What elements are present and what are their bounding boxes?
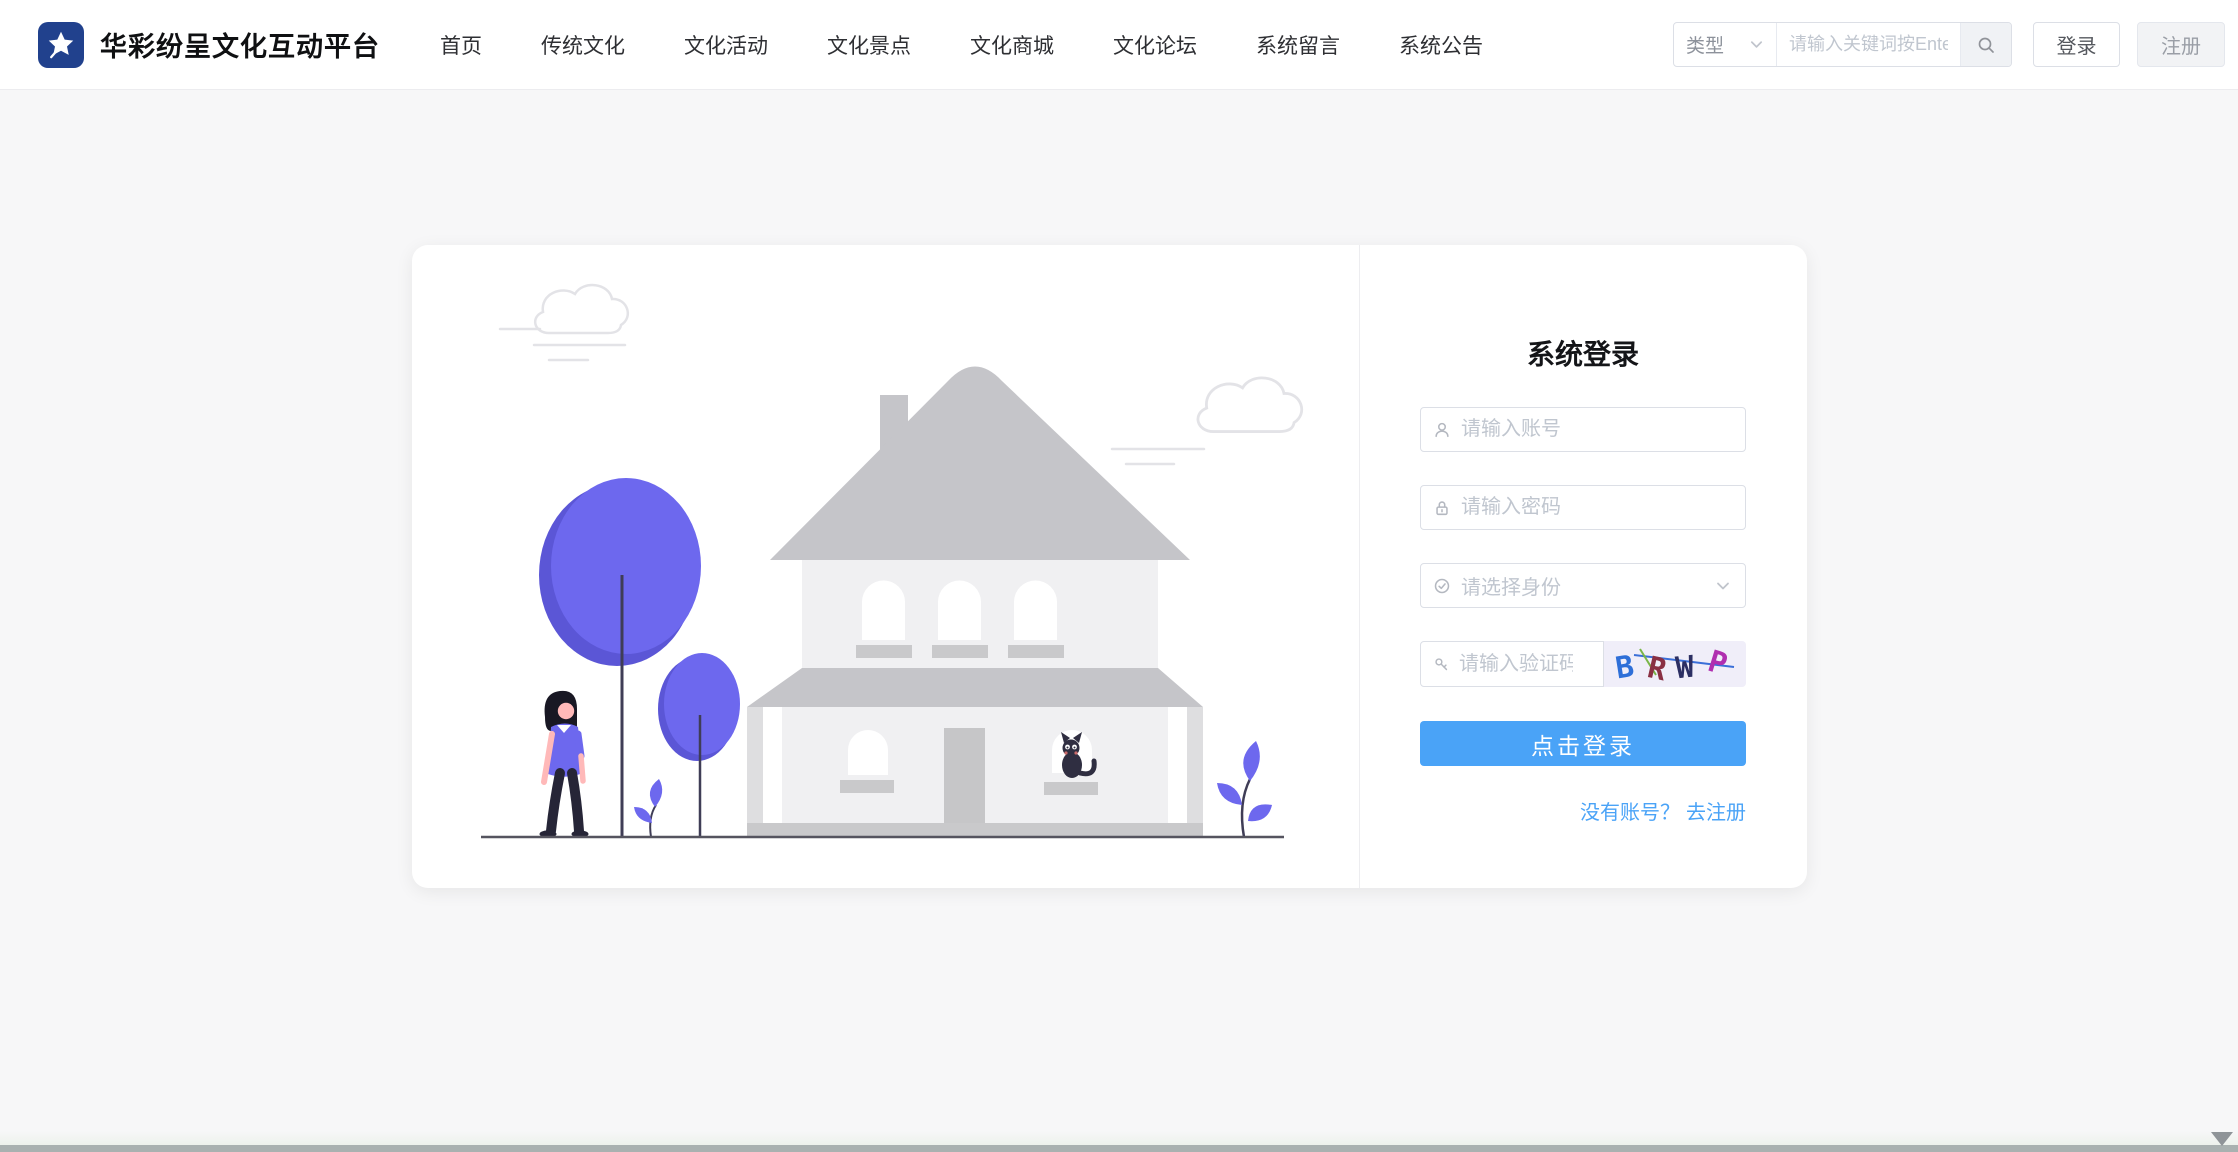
captcha-input[interactable] [1459,653,1573,676]
go-register-link[interactable]: 去注册 [1686,802,1746,824]
main-nav: 首页 传统文化 文化活动 文化景点 文化商城 文化论坛 系统留言 系统公告 [440,30,1483,60]
site-title: 华彩纷呈文化互动平台 [100,25,380,64]
svg-text:P: P [1704,644,1732,683]
captcha-field [1420,641,1604,687]
key-icon [1433,656,1450,673]
plant-right [1217,741,1272,837]
nav-item-culture-spots[interactable]: 文化景点 [827,30,911,60]
navbar-right-controls: 类型 登录 注册 [1673,22,2225,67]
login-title: 系统登录 [1420,333,1746,373]
svg-text:W: W [1674,650,1697,687]
nav-item-traditional-culture[interactable]: 传统文化 [541,30,625,60]
search-input[interactable] [1789,34,1948,55]
scroll-down-arrow[interactable] [2211,1132,2233,1146]
bottom-fade [0,1131,2238,1145]
search-group: 类型 [1673,22,2012,67]
search-type-value: 类型 [1686,31,1724,58]
identity-select[interactable]: 请选择身份 [1420,563,1746,608]
person [540,691,589,838]
house-illustration [412,245,1360,888]
nav-item-culture-activities[interactable]: 文化活动 [684,30,768,60]
search-icon [1976,35,1996,55]
nav-item-home[interactable]: 首页 [440,30,482,60]
no-account-hint: 没有账号？ [1580,802,1680,824]
bottom-strip [0,1145,2238,1152]
plant-left [634,779,662,837]
chevron-down-icon [1715,578,1731,594]
account-field [1420,407,1746,452]
register-row: 没有账号？ 去注册 [1420,796,1746,825]
search-field-wrap [1777,23,1960,66]
account-input[interactable] [1461,418,1745,441]
navbar-register-button[interactable]: 注册 [2137,22,2225,67]
login-card: 系统登录 请选择身份 [412,245,1807,888]
nav-item-messages[interactable]: 系统留言 [1256,30,1340,60]
svg-text:B: B [1613,649,1636,686]
password-input[interactable] [1461,496,1745,519]
nav-item-culture-mall[interactable]: 文化商城 [970,30,1054,60]
password-field [1420,485,1746,530]
check-circle-icon [1433,577,1451,595]
search-type-select[interactable]: 类型 [1674,23,1777,66]
star-wand-icon [46,30,76,60]
captcha-image[interactable]: B R W P [1604,641,1746,687]
navbar-login-button[interactable]: 登录 [2033,22,2120,67]
login-submit-button[interactable]: 点击登录 [1420,721,1746,766]
identity-select-value: 请选择身份 [1461,571,1561,600]
nav-item-culture-forum[interactable]: 文化论坛 [1113,30,1197,60]
house-illustration-svg [412,245,1360,888]
top-navbar: 华彩纷呈文化互动平台 首页 传统文化 文化活动 文化景点 文化商城 文化论坛 系… [0,0,2238,90]
brand-home-link[interactable]: 华彩纷呈文化互动平台 [38,22,380,68]
logo [38,22,84,68]
captcha-row: B R W P [1420,641,1746,687]
user-icon [1433,421,1451,439]
chevron-down-icon [1749,37,1764,52]
lock-icon [1433,499,1451,517]
search-button[interactable] [1960,23,2011,66]
nav-item-announcements[interactable]: 系统公告 [1399,30,1483,60]
login-form: 系统登录 请选择身份 [1360,245,1807,888]
